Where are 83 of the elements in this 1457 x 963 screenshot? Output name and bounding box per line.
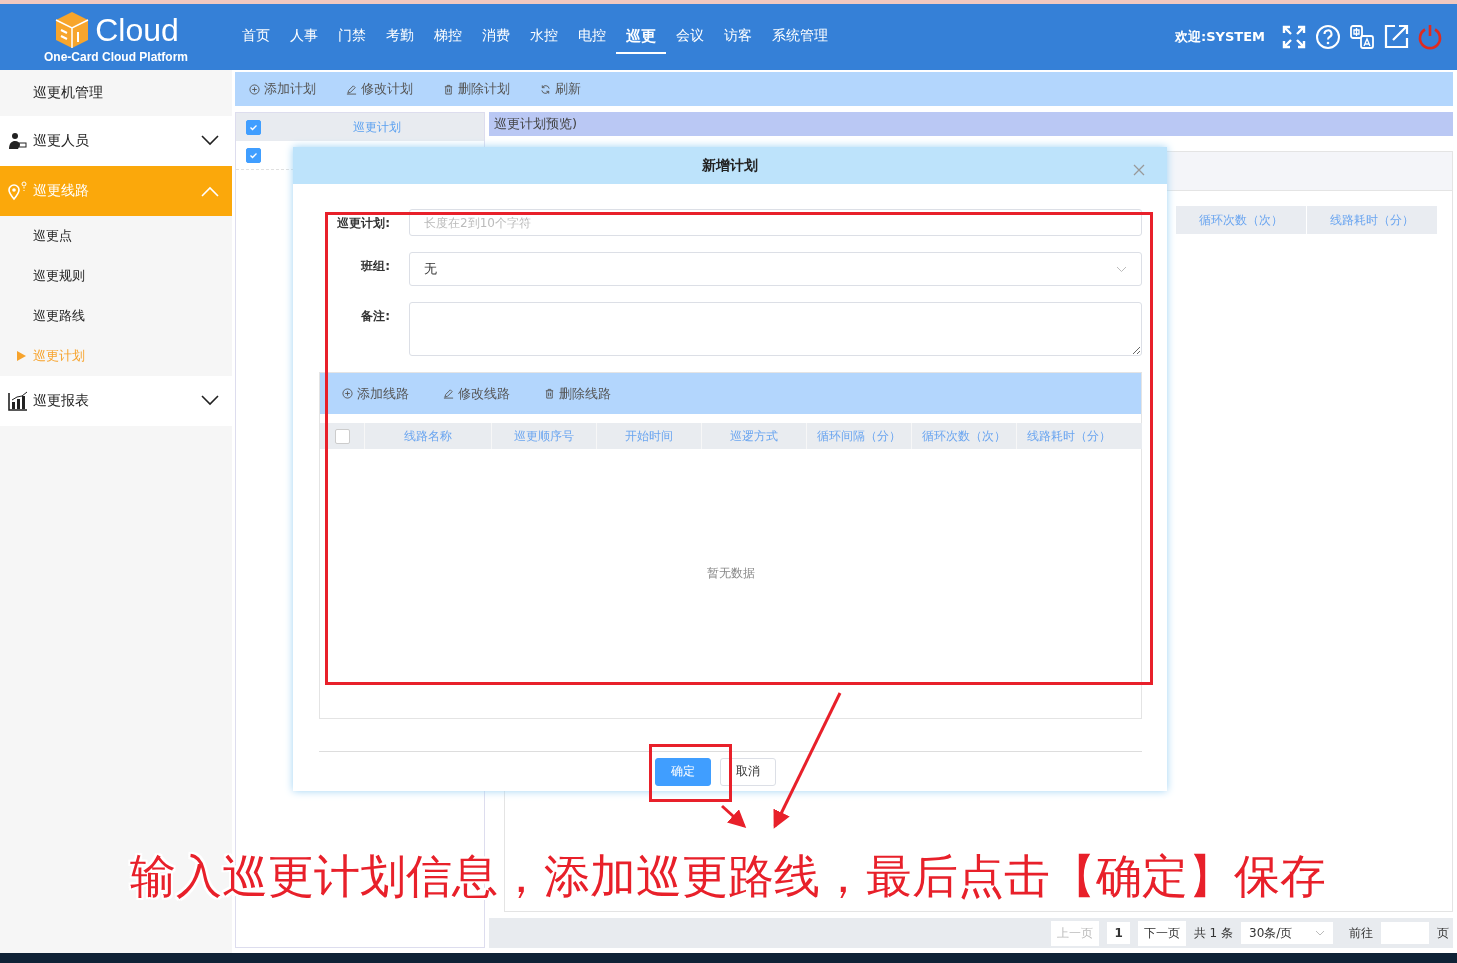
sidebar-subitem[interactable]: 巡更路线 (0, 296, 232, 336)
chevron-down-icon (200, 395, 220, 407)
nav-tab[interactable]: 水控 (520, 20, 568, 54)
column-header: 循环次数（次） (911, 423, 1016, 449)
nav-tab[interactable]: 梯控 (424, 20, 472, 54)
chevron-up-icon (200, 185, 220, 197)
checkbox[interactable] (334, 428, 350, 444)
dialog-title: 新增计划 (702, 156, 758, 175)
external-link-icon[interactable] (1383, 24, 1409, 50)
toolbar-button[interactable]: 添加线路 (342, 384, 409, 403)
check-icon (248, 150, 258, 160)
arrow (721, 804, 747, 828)
column-header: 开始时间 (596, 423, 701, 449)
column-header: 巡逻方式 (701, 423, 806, 449)
sidebar-subitem[interactable]: 巡更点 (0, 216, 232, 256)
column-header: 线路耗时（分） (1016, 423, 1121, 449)
empty-message: 暂无数据 (706, 565, 755, 582)
next-page-button[interactable]: 下一页 (1137, 920, 1186, 946)
bar-chart-icon (8, 391, 28, 411)
nav-tab[interactable]: 考勤 (376, 20, 424, 54)
sidebar-subitem[interactable]: 巡更规则 (0, 256, 232, 296)
annotation-caption: 输入巡更计划信息，添加巡更路线，最后点击【确定】保存 (128, 848, 1327, 905)
page-unit-label: 页 (1437, 924, 1449, 942)
field-label: 巡更计划: (336, 215, 391, 232)
checkbox[interactable] (245, 147, 261, 163)
toolbar-button[interactable]: 刷新 (540, 80, 581, 98)
toolbar-button[interactable]: 删除计划 (443, 80, 510, 98)
nav-tab[interactable]: 巡更 (616, 20, 666, 54)
close-icon[interactable] (1133, 164, 1145, 176)
sidebar-group[interactable]: 巡更报表 (0, 376, 232, 426)
toolbar-button[interactable]: 修改计划 (346, 80, 413, 98)
toolbar-button[interactable]: 修改线路 (443, 384, 510, 403)
textarea-field[interactable] (409, 302, 1142, 356)
field-label: 备注: (360, 308, 391, 325)
column-header: 线路名称 (364, 423, 491, 449)
page-size-select[interactable]: 30条/页 (1241, 922, 1333, 944)
plus-circle-icon (342, 388, 353, 399)
cancel-button[interactable]: 取消 (720, 757, 776, 786)
checkbox[interactable] (245, 119, 261, 135)
nav-tab[interactable]: 门禁 (328, 20, 376, 54)
welcome-text: 欢迎:SYSTEM (1174, 28, 1265, 46)
confirm-button[interactable]: 确定 (655, 757, 711, 786)
pencil-icon (346, 83, 357, 95)
nav-tab[interactable]: 人事 (280, 20, 328, 54)
pencil-icon (443, 388, 454, 399)
translate-icon[interactable] (1349, 24, 1375, 50)
nav-tab[interactable]: 系统管理 (762, 20, 838, 54)
toolbar-button[interactable]: 添加计划 (249, 80, 316, 98)
help-icon[interactable] (1315, 24, 1341, 50)
field-label: 班组: (359, 258, 391, 275)
column-header: 巡更计划 (352, 118, 402, 136)
page-number[interactable]: 1 (1107, 922, 1130, 944)
logo-subtitle: One-Card Cloud Platform (44, 50, 188, 64)
total-count: 共 1 条 (1193, 924, 1233, 942)
map-pin-icon (8, 181, 28, 201)
input-field[interactable]: 长度在2到10个字符 (409, 209, 1142, 236)
logo-text: Cloud (95, 13, 179, 47)
fullscreen-icon[interactable] (1281, 24, 1307, 50)
chevron-down-icon (1116, 265, 1127, 273)
column-header: 循环间隔（分） (806, 423, 911, 449)
trash-icon (443, 83, 454, 95)
person-icon (8, 131, 28, 151)
nav-tab[interactable]: 访客 (714, 20, 762, 54)
refresh-icon (540, 83, 551, 95)
trash-icon (544, 388, 555, 399)
goto-label: 前往 (1349, 924, 1373, 942)
chevron-down-icon (1315, 930, 1325, 936)
nav-tab[interactable]: 会议 (666, 20, 714, 54)
nav-tab[interactable]: 消费 (472, 20, 520, 54)
toolbar-button[interactable]: 删除线路 (544, 384, 611, 403)
power-icon[interactable] (1417, 24, 1443, 50)
check-icon (248, 122, 258, 132)
nav-tab[interactable]: 首页 (232, 20, 280, 54)
sidebar-group[interactable]: 巡更人员 (0, 116, 232, 166)
select-field[interactable]: 无 (409, 252, 1142, 286)
column-header: 巡更顺序号 (491, 423, 596, 449)
chevron-down-icon (200, 135, 220, 147)
column-header: 线路耗时（分） (1306, 206, 1437, 234)
nav-tab[interactable]: 电控 (568, 20, 616, 54)
plus-circle-icon (249, 83, 260, 95)
column-header: 循环次数（次） (1175, 206, 1306, 234)
triangle-right-icon (17, 351, 26, 361)
preview-title-bar: 巡更计划预览) (489, 112, 1453, 136)
